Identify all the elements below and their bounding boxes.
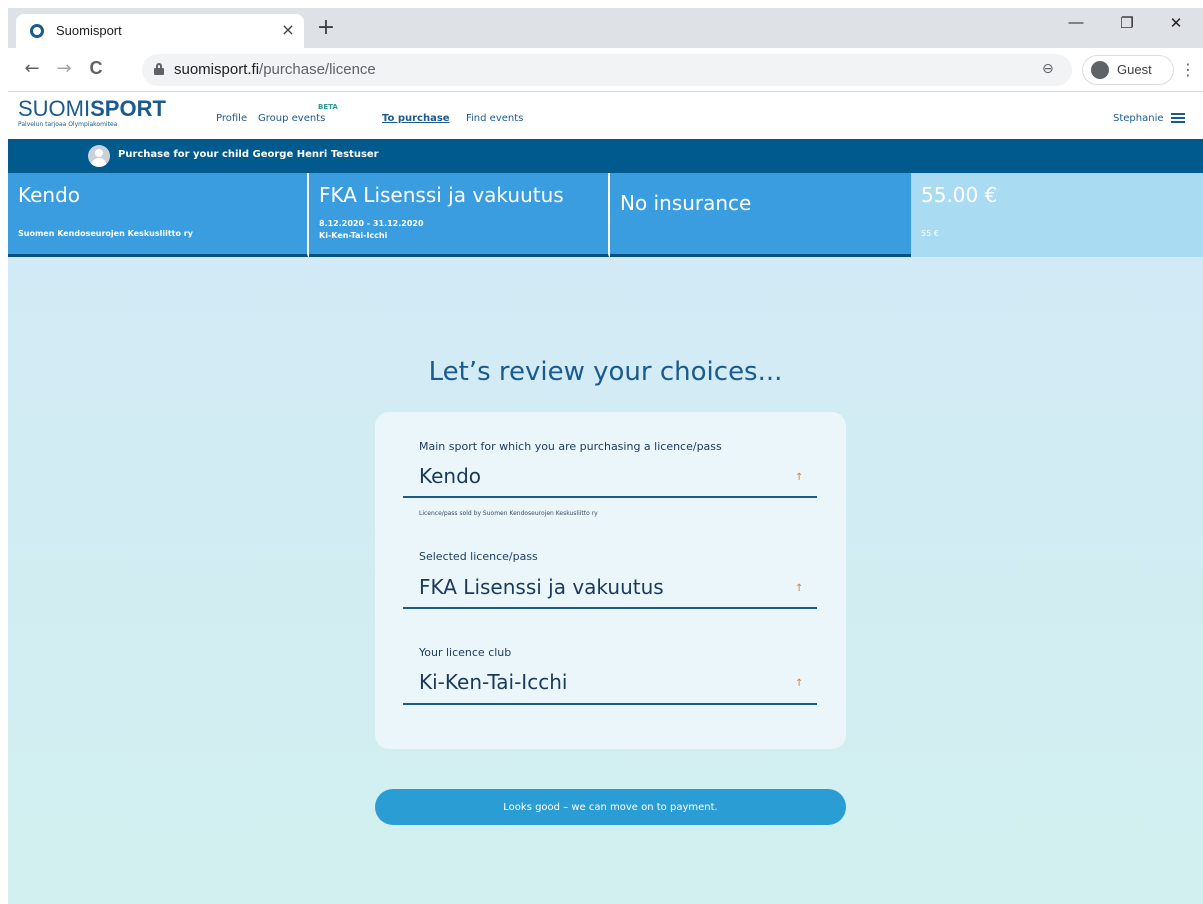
summary-licence-title: FKA Lisenssi ja vakuutus [319, 183, 564, 207]
restore-icon[interactable]: ❐ [1111, 14, 1143, 32]
sport-field-value: Kendo [419, 464, 482, 488]
browser-toolbar: ← → C suomisport.fi/purchase/licence ⊖ G… [8, 48, 1203, 92]
child-avatar-icon [88, 145, 110, 167]
nav-profile[interactable]: Profile [216, 113, 247, 124]
summary-sport-org: Suomen Kendoseurojen Keskusliitto ry [18, 229, 193, 238]
address-bar[interactable]: suomisport.fi/purchase/licence ⊖ [142, 54, 1072, 86]
logo-light: SUOMI [18, 96, 91, 121]
lock-icon[interactable] [154, 63, 164, 75]
sport-field-label: Main sport for which you are purchasing … [419, 440, 722, 453]
url-text: suomisport.fi/purchase/licence [174, 61, 376, 78]
summary-sport: Kendo Suomen Kendoseurojen Keskusliitto … [8, 173, 308, 257]
purchase-summary: Kendo Suomen Kendoseurojen Keskusliitto … [8, 173, 1203, 257]
profile-button[interactable]: Guest [1082, 55, 1174, 85]
club-field-label: Your licence club [419, 646, 512, 659]
back-icon[interactable]: ← [20, 58, 44, 79]
summary-insurance: No insurance [610, 173, 911, 257]
licence-field-value: FKA Lisenssi ja vakuutus [419, 575, 664, 599]
logo-subtitle: Palvelun tarjoaa Olympiakomitea [18, 121, 118, 128]
user-name[interactable]: Stephanie [1113, 113, 1164, 124]
profile-label: Guest [1117, 62, 1152, 77]
summary-sport-title: Kendo [18, 183, 81, 207]
site-header: SUOMISPORT Palvelun tarjoaa Olympiakomit… [8, 93, 1203, 139]
suomisport-favicon-icon [30, 24, 44, 38]
forward-icon[interactable]: → [52, 58, 76, 79]
close-window-icon[interactable]: ✕ [1160, 14, 1192, 32]
review-card: Main sport for which you are purchasing … [375, 412, 846, 749]
summary-price-sub: 55 € [921, 229, 939, 238]
licence-field-label: Selected licence/pass [419, 550, 538, 563]
review-title: Let’s review your choices... [428, 357, 783, 387]
nav-group-events[interactable]: Group events [258, 113, 325, 124]
browser-window: Suomisport × + — ❐ ✕ ← → C suomisport.fi… [8, 8, 1203, 904]
browser-tab[interactable]: Suomisport × [16, 14, 304, 48]
club-sort-icon: ↑ [795, 678, 804, 689]
proceed-to-payment-button[interactable]: Looks good – we can move on to payment. [375, 789, 846, 825]
suomisport-logo[interactable]: SUOMISPORT Palvelun tarjoaa Olympiakomit… [18, 97, 166, 129]
licence-field-underline [403, 607, 817, 609]
summary-licence: FKA Lisenssi ja vakuutus 8.12.2020 - 31.… [309, 173, 609, 257]
zoom-out-icon[interactable]: ⊖ [1042, 61, 1054, 77]
club-field-value: Ki-Ken-Tai-Icchi [419, 670, 568, 694]
nav-to-purchase[interactable]: To purchase [382, 113, 450, 124]
sport-field-underline [403, 496, 817, 498]
sport-field-hint: Licence/pass sold by Suomen Kendoseuroje… [419, 510, 598, 517]
logo-wordmark: SUOMISPORT [18, 97, 166, 121]
new-tab-button[interactable]: + [314, 16, 338, 40]
licence-sort-icon: ↑ [795, 583, 804, 594]
hamburger-menu-icon[interactable] [1171, 113, 1185, 123]
summary-price: 55.00 € 55 € [911, 173, 1203, 257]
child-purchase-text: Purchase for your child George Henri Tes… [118, 149, 379, 160]
tab-strip: Suomisport × + — ❐ ✕ [8, 8, 1203, 48]
profile-avatar-icon [1091, 61, 1109, 79]
summary-licence-club: Ki-Ken-Tai-Icchi [319, 231, 388, 240]
nav-find-events[interactable]: Find events [466, 113, 523, 124]
url-path: /purchase/licence [259, 61, 376, 78]
summary-price-total: 55.00 € [921, 183, 998, 207]
tab-close-icon[interactable]: × [278, 20, 298, 40]
minimize-icon[interactable]: — [1060, 14, 1092, 31]
review-section: Let’s review your choices... Main sport … [8, 257, 1203, 904]
logo-bold: SPORT [90, 96, 166, 121]
reload-icon[interactable]: C [84, 58, 108, 79]
club-field-underline [403, 703, 817, 705]
url-host: suomisport.fi [174, 61, 260, 78]
summary-insurance-title: No insurance [620, 191, 752, 215]
browser-menu-icon[interactable]: ⋮ [1180, 60, 1196, 79]
summary-licence-dates: 8.12.2020 - 31.12.2020 [319, 219, 424, 228]
sport-sort-icon: ↑ [795, 472, 804, 483]
tab-title: Suomisport [56, 23, 122, 38]
child-purchase-bar: Purchase for your child George Henri Tes… [8, 139, 1203, 173]
beta-badge: BETA [318, 103, 338, 111]
